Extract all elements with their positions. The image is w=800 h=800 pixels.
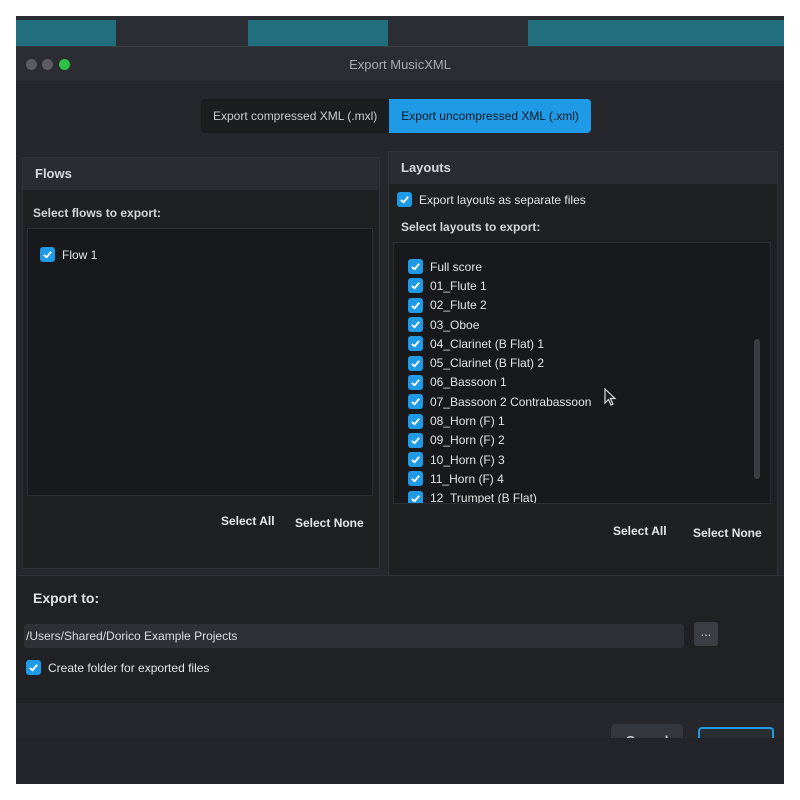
list-item[interactable]: 06_Bassoon 1 — [408, 373, 591, 392]
layouts-select-none-button[interactable]: Select None — [693, 526, 762, 540]
layout-label: 12_Trumpet (B Flat) — [430, 491, 537, 504]
export-layouts-separate-checkbox[interactable]: Export layouts as separate files — [397, 190, 586, 209]
flows-select-all-button[interactable]: Select All — [221, 514, 275, 528]
export-to-label: Export to: — [33, 590, 100, 606]
layouts-select-all-button[interactable]: Select All — [613, 524, 667, 538]
checkmark-icon[interactable] — [408, 374, 423, 390]
checkmark-icon[interactable] — [408, 394, 423, 410]
list-item[interactable]: 01_Flute 1 — [408, 276, 591, 295]
background-app-strip — [16, 16, 784, 60]
list-item[interactable]: 03_Oboe — [408, 315, 591, 334]
checkmark-icon[interactable] — [408, 259, 423, 275]
checkmark-icon[interactable] — [397, 192, 412, 208]
layout-label: 10_Horn (F) 3 — [430, 452, 505, 467]
create-folder-checkbox[interactable]: Create folder for exported files — [26, 658, 209, 677]
list-item[interactable]: Full score — [408, 257, 591, 276]
list-item[interactable]: 12_Trumpet (B Flat) — [408, 489, 591, 504]
tab-uncompressed-xml[interactable]: Export uncompressed XML (.xml) — [389, 99, 591, 133]
layout-label: 07_Bassoon 2 Contrabassoon — [430, 394, 592, 409]
list-item[interactable]: 08_Horn (F) 1 — [408, 411, 591, 430]
layout-label: Full score — [430, 259, 483, 274]
checkmark-icon[interactable] — [408, 452, 423, 468]
layouts-rows: Full score 01_Flute 1 02_Flute 2 03_Oboe 04_… — [408, 257, 591, 504]
layouts-subhead: Select layouts to export: — [401, 220, 541, 234]
layout-label: 09_Horn (F) 2 — [430, 433, 505, 448]
flow-label: Flow 1 — [62, 247, 98, 262]
checkmark-icon[interactable] — [408, 471, 423, 487]
checkmark-icon[interactable] — [408, 278, 423, 294]
tab-compressed-xml[interactable]: Export compressed XML (.mxl) — [201, 99, 389, 133]
layout-label: 11_Horn (F) 4 — [430, 471, 504, 486]
mouse-pointer-icon — [604, 388, 617, 406]
list-item[interactable]: 11_Horn (F) 4 — [408, 469, 591, 488]
layouts-panel: Layouts Export layouts as separate files… — [388, 151, 778, 579]
checkmark-icon[interactable] — [408, 413, 423, 429]
flows-subhead: Select flows to export: — [33, 206, 162, 220]
export-format-tabs: Export compressed XML (.mxl) Export unco… — [201, 99, 591, 133]
checkmark-icon[interactable] — [408, 432, 423, 448]
window-title: Export MusicXML — [349, 57, 451, 72]
list-item[interactable]: 02_Flute 2 — [408, 296, 591, 315]
layout-label: 06_Bassoon 1 — [430, 375, 507, 390]
background-app-bottom — [16, 738, 784, 784]
list-item[interactable]: 04_Clarinet (B Flat) 1 — [408, 334, 591, 353]
flows-list: Flow 1 — [27, 228, 373, 496]
list-item[interactable]: 05_Clarinet (B Flat) 2 — [408, 353, 591, 372]
list-item[interactable]: 09_Horn (F) 2 — [408, 431, 591, 450]
checkmark-icon[interactable] — [40, 247, 55, 263]
layouts-list: Full score 01_Flute 1 02_Flute 2 03_Oboe 04_… — [393, 242, 771, 504]
checkmark-icon[interactable] — [408, 317, 423, 333]
layout-label: 03_Oboe — [430, 317, 480, 332]
create-folder-label: Create folder for exported files — [48, 660, 210, 675]
list-item[interactable]: 10_Horn (F) 3 — [408, 450, 591, 469]
flows-panel: Flows Select flows to export: Flow 1 Sel… — [22, 157, 380, 569]
export-path-input[interactable] — [24, 624, 684, 648]
layout-label: 04_Clarinet (B Flat) 1 — [430, 336, 545, 351]
flows-select-none-button[interactable]: Select None — [295, 516, 364, 530]
checkmark-icon[interactable] — [408, 336, 423, 352]
flows-header: Flows — [23, 158, 379, 190]
list-item[interactable]: 07_Bassoon 2 Contrabassoon — [408, 392, 591, 411]
layout-label: 08_Horn (F) 1 — [430, 414, 505, 429]
checkmark-icon[interactable] — [408, 297, 423, 313]
checkmark-icon[interactable] — [408, 490, 423, 503]
layout-label: 02_Flute 2 — [430, 298, 487, 313]
layout-label: 05_Clarinet (B Flat) 2 — [430, 356, 545, 371]
title-bar: Export MusicXML — [16, 47, 784, 81]
layout-label: 01_Flute 1 — [430, 278, 487, 293]
export-to-section: Export to: ... Create folder for exporte… — [16, 575, 784, 703]
layouts-header: Layouts — [389, 152, 777, 184]
screen: Export MusicXML Export compressed XML (.… — [16, 16, 784, 784]
export-musicxml-dialog: Export MusicXML Export compressed XML (.… — [16, 46, 784, 761]
layouts-scrollbar[interactable] — [754, 339, 760, 479]
export-layouts-separate-label: Export layouts as separate files — [419, 192, 586, 207]
list-item[interactable]: Flow 1 — [40, 245, 97, 264]
browse-button[interactable]: ... — [694, 622, 718, 646]
checkmark-icon[interactable] — [408, 355, 423, 371]
checkmark-icon[interactable] — [26, 660, 41, 676]
